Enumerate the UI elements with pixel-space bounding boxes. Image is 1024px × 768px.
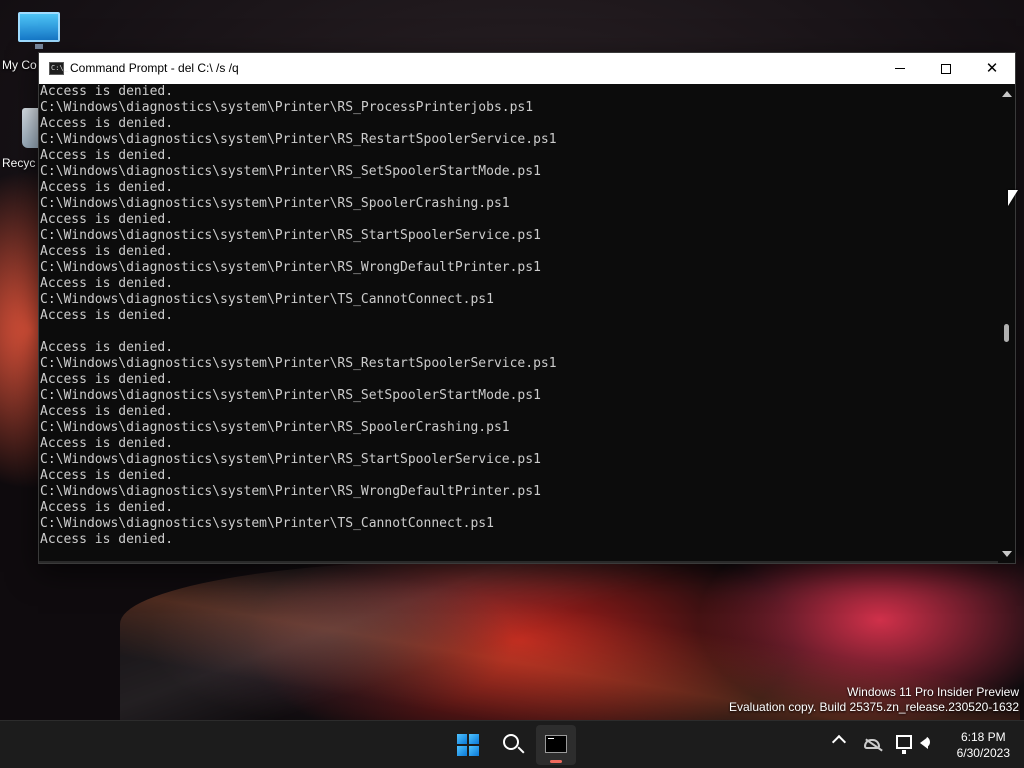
taskbar-command-prompt-button[interactable] bbox=[536, 725, 576, 765]
console-line: Access is denied. bbox=[40, 116, 174, 131]
console-line: C:\Windows\diagnostics\system\Printer\RS… bbox=[40, 420, 510, 435]
console-line: Access is denied. bbox=[40, 372, 174, 387]
command-prompt-window[interactable]: C:\_ Command Prompt - del C:\ /s /q ✕ Ac… bbox=[38, 52, 1016, 564]
console-output[interactable]: Access is denied. C:\Windows\diagnostics\… bbox=[39, 84, 999, 563]
volume-icon[interactable] bbox=[920, 737, 930, 749]
network-icon[interactable] bbox=[896, 735, 912, 754]
command-prompt-icon: C:\_ bbox=[49, 62, 68, 75]
window-title: Command Prompt - del C:\ /s /q bbox=[70, 61, 239, 75]
console-line: C:\Windows\diagnostics\system\Printer\RS… bbox=[40, 356, 557, 371]
chevron-up-icon[interactable] bbox=[831, 734, 847, 750]
console-line: C:\Windows\diagnostics\system\Printer\TS… bbox=[40, 292, 494, 307]
minimize-button[interactable] bbox=[877, 53, 923, 84]
window-titlebar[interactable]: C:\_ Command Prompt - del C:\ /s /q ✕ bbox=[39, 53, 1015, 84]
taskbar-clock[interactable]: 6:18 PM 6/30/2023 bbox=[957, 729, 1010, 761]
vertical-scrollbar[interactable] bbox=[998, 84, 1015, 563]
console-line: Access is denied. bbox=[40, 404, 174, 419]
window-bottom-edge bbox=[39, 561, 998, 563]
close-button[interactable]: ✕ bbox=[969, 53, 1015, 84]
console-line: Access is denied. bbox=[40, 148, 174, 163]
search-icon-handle bbox=[517, 746, 525, 754]
command-prompt-icon bbox=[545, 735, 567, 753]
console-line: C:\Windows\diagnostics\system\Printer\RS… bbox=[40, 164, 541, 179]
taskbar: 6:18 PM 6/30/2023 bbox=[0, 720, 1024, 768]
console-line: C:\Windows\diagnostics\system\Printer\RS… bbox=[40, 484, 541, 499]
console-line: Access is denied. bbox=[40, 212, 174, 227]
console-line: Access is denied. bbox=[40, 180, 174, 195]
watermark-line-2: Evaluation copy. Build 25375.zn_release.… bbox=[729, 700, 1019, 714]
onedrive-offline-icon[interactable] bbox=[864, 739, 880, 749]
console-line: Access is denied. bbox=[40, 436, 174, 451]
desktop-icon-label: Recyc bbox=[2, 156, 36, 170]
watermark-line-1: Windows 11 Pro Insider Preview bbox=[847, 685, 1019, 699]
console-line: C:\Windows\diagnostics\system\Printer\RS… bbox=[40, 228, 541, 243]
console-line: Access is denied. bbox=[40, 276, 174, 291]
monitor-stand bbox=[35, 44, 43, 49]
console-line: C:\Windows\diagnostics\system\Printer\RS… bbox=[40, 388, 541, 403]
console-line: C:\Windows\diagnostics\system\Printer\RS… bbox=[40, 132, 557, 147]
console-line: Access is denied. bbox=[40, 468, 174, 483]
console-line: Access is denied. bbox=[40, 84, 174, 99]
clock-time: 6:18 PM bbox=[960, 730, 1006, 744]
desktop-icon-label: My Co bbox=[2, 58, 37, 72]
console-line: C:\Windows\diagnostics\system\Printer\RS… bbox=[40, 260, 541, 275]
console-line: C:\Windows\diagnostics\system\Printer\RS… bbox=[40, 452, 541, 467]
scroll-down-arrow-icon[interactable] bbox=[1002, 551, 1012, 557]
maximize-button[interactable] bbox=[923, 53, 969, 84]
maximize-icon bbox=[941, 63, 951, 74]
close-icon: ✕ bbox=[985, 59, 999, 77]
start-button[interactable] bbox=[448, 725, 488, 765]
console-line: Access is denied. bbox=[40, 244, 174, 259]
console-line: C:\Windows\diagnostics\system\Printer\RS… bbox=[40, 196, 510, 211]
clock-date: 6/30/2023 bbox=[956, 746, 1010, 760]
console-line: C:\Windows\diagnostics\system\Printer\RS… bbox=[40, 100, 534, 115]
mouse-pointer-icon bbox=[1008, 190, 1018, 206]
running-indicator bbox=[550, 760, 562, 763]
console-line: Access is denied. bbox=[40, 532, 174, 547]
console-line: C:\Windows\diagnostics\system\Printer\TS… bbox=[40, 516, 494, 531]
console-line: Access is denied. bbox=[40, 308, 174, 323]
minimize-icon bbox=[895, 68, 905, 69]
windows-watermark: Windows 11 Pro Insider Preview Evaluatio… bbox=[729, 685, 1019, 715]
windows-logo-icon bbox=[457, 734, 479, 756]
scrollbar-thumb[interactable] bbox=[1004, 323, 1009, 342]
search-button[interactable] bbox=[492, 725, 532, 765]
console-line: Access is denied. bbox=[40, 340, 174, 355]
console-line: Access is denied. bbox=[40, 500, 174, 515]
monitor-icon bbox=[18, 12, 60, 42]
scroll-up-arrow-icon[interactable] bbox=[1002, 91, 1012, 97]
